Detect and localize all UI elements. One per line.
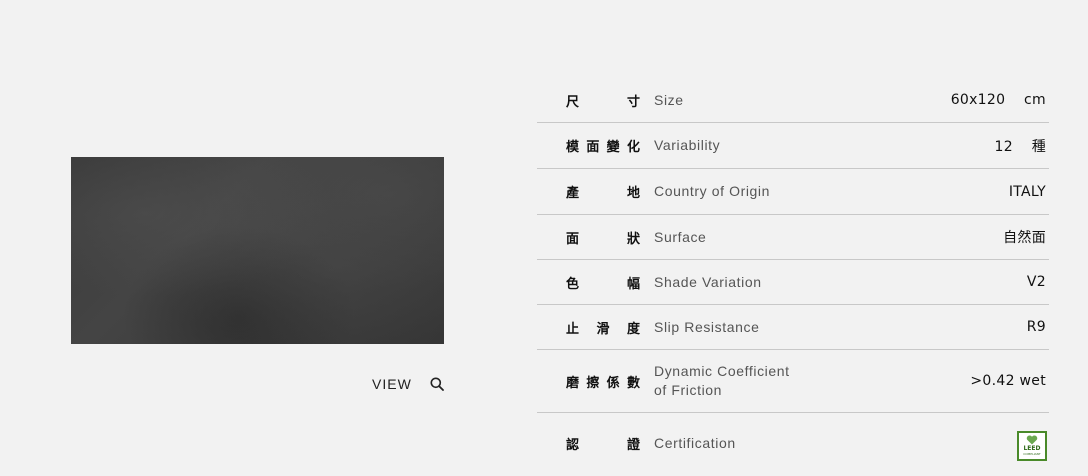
spec-label-zh: 產地 [566, 186, 640, 201]
leed-heart-icon [1026, 435, 1038, 445]
spec-row-slip: 止滑度 Slip Resistance R9 [537, 305, 1049, 350]
leed-badge-sub: COMPLIANT [1023, 452, 1041, 456]
spec-value: 60x120 cm [950, 92, 1046, 108]
spec-row-surface: 面狀 Surface 自然面 [537, 215, 1049, 260]
spec-label-zh: 面狀 [566, 231, 640, 247]
spec-table: 尺寸 Size 60x120 cm 模面變化 Variability 12 種 … [537, 78, 1049, 473]
view-button[interactable]: VIEW [372, 374, 444, 394]
spec-label-zh: 磨擦係數 [566, 375, 640, 391]
spec-row-origin: 產地 Country of Origin ITALY [537, 169, 1049, 215]
spec-value: R9 [1026, 319, 1046, 335]
spec-value: V2 [1026, 274, 1046, 290]
spec-label-en: Country of Origin [654, 183, 771, 199]
spec-row-certification: 認證 Certification LEED COMPLIANT [537, 413, 1049, 473]
product-tile-image [71, 157, 444, 344]
search-icon[interactable] [430, 377, 444, 391]
spec-value: >0.42 wet [970, 373, 1046, 389]
spec-label-zh: 止滑度 [566, 321, 640, 337]
spec-label-zh: 色幅 [566, 276, 640, 292]
spec-row-friction: 磨擦係數 Dynamic Coefficient of Friction >0.… [537, 350, 1049, 413]
spec-label-en: Certification [654, 434, 736, 451]
view-label: VIEW [372, 376, 412, 392]
spec-row-shade: 色幅 Shade Variation V2 [537, 260, 1049, 305]
spec-label-en: Shade Variation [654, 273, 762, 290]
spec-value: 自然面 [1003, 230, 1046, 246]
spec-label-en: Size [654, 91, 684, 108]
spec-label-en: Surface [654, 228, 707, 245]
leed-badge-text: LEED [1023, 445, 1041, 452]
spec-row-size: 尺寸 Size 60x120 cm [537, 78, 1049, 123]
spec-label-zh: 認證 [566, 437, 640, 453]
spec-value: 12 種 [994, 138, 1046, 155]
spec-label-en: Variability [654, 137, 721, 153]
spec-label-en: Dynamic Coefficient of Friction [654, 363, 790, 398]
spec-row-variability: 模面變化 Variability 12 種 [537, 123, 1049, 169]
leed-badge: LEED COMPLIANT [1017, 431, 1047, 461]
spec-label-zh: 尺寸 [566, 94, 640, 110]
spec-label-zh: 模面變化 [566, 140, 640, 155]
spec-label-en: Slip Resistance [654, 318, 760, 335]
spec-value: ITALY [1008, 183, 1046, 200]
